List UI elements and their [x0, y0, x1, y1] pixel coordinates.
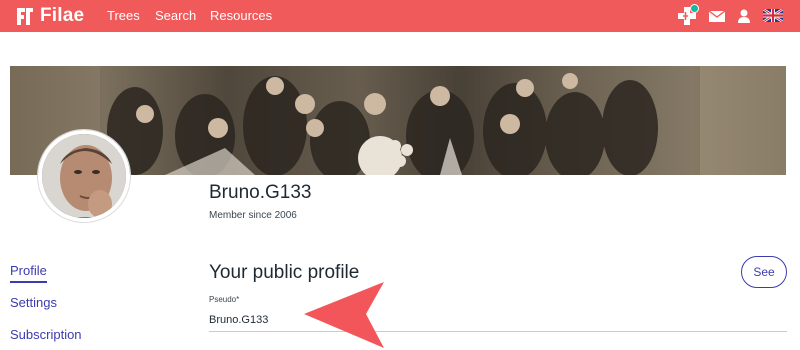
pseudo-label: Pseudo* [209, 295, 240, 304]
user-icon[interactable] [734, 6, 754, 26]
member-since-text: Member since 2006 [209, 210, 297, 221]
sidebar-item-settings[interactable]: Settings [10, 295, 57, 310]
nav-search[interactable]: Search [155, 8, 196, 24]
avatar[interactable] [38, 130, 130, 222]
nav-resources[interactable]: Resources [210, 8, 272, 24]
top-navigation-bar: Filae Trees Search Resources [0, 0, 800, 32]
annotation-arrow-icon [304, 282, 384, 348]
nav-trees[interactable]: Trees [107, 8, 140, 24]
sidebar-item-profile[interactable]: Profile [10, 263, 47, 283]
sidebar-item-subscription[interactable]: Subscription [10, 327, 82, 342]
see-button[interactable]: See [741, 256, 787, 288]
filae-logo-icon [17, 8, 33, 25]
avatar-photo [42, 134, 126, 218]
filae-logo[interactable]: Filae [14, 4, 84, 28]
notification-badge [690, 4, 699, 13]
pseudo-input[interactable] [209, 308, 787, 332]
mail-icon[interactable] [707, 6, 727, 26]
uk-flag-icon[interactable] [763, 9, 783, 22]
logo-text: Filae [40, 5, 85, 26]
profile-username: Bruno.G133 [209, 182, 312, 203]
